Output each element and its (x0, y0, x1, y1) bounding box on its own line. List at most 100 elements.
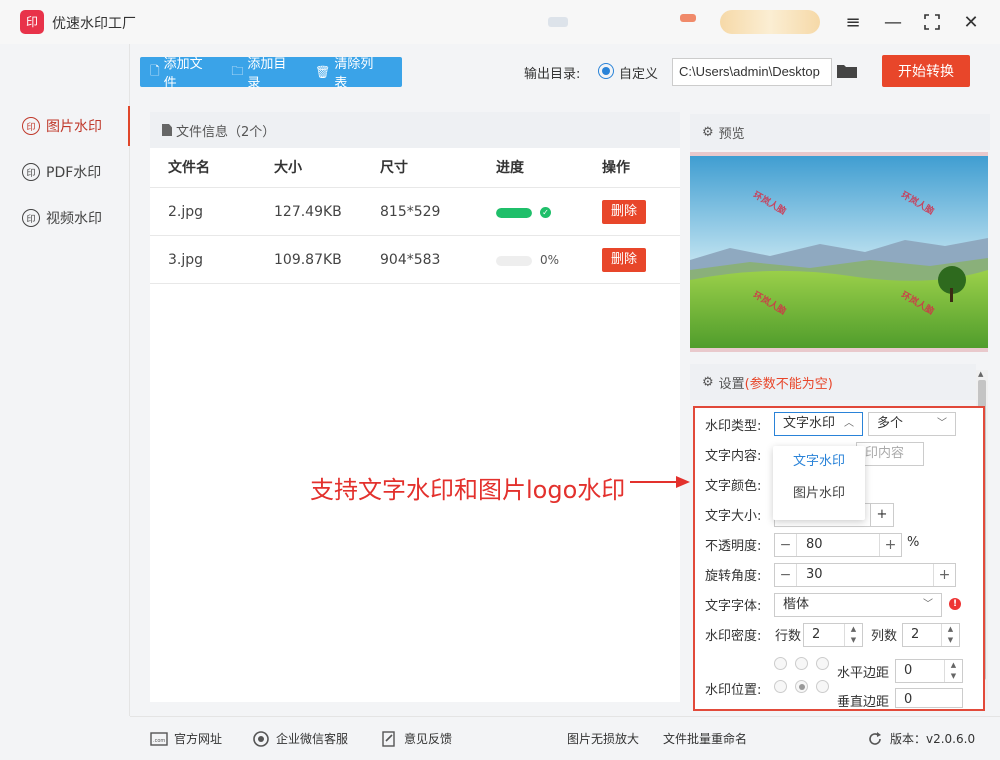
batch-rename-link[interactable]: 文件批量重命名 (663, 730, 747, 747)
chevron-up-icon: ︿ (844, 418, 854, 429)
decrease-button[interactable]: − (775, 534, 797, 556)
add-file-label: 添加文件 (163, 57, 203, 91)
position-radio-selected[interactable] (795, 680, 808, 693)
watermark-mode-value: 多个 (877, 416, 904, 431)
position-radio[interactable] (816, 657, 829, 670)
app-logo: 印 (20, 10, 44, 34)
rotation-label: 旋转角度: (705, 569, 762, 584)
rows-value: 2 (812, 627, 821, 642)
file-dimensions: 904*583 (380, 252, 441, 268)
opacity-label: 不透明度: (705, 539, 762, 554)
table-row[interactable]: 3.jpg 109.87KB 904*583 0% 删除 (150, 236, 680, 284)
close-icon[interactable]: ✕ (957, 8, 985, 36)
watermark-type-value: 文字水印 (783, 416, 836, 431)
chevron-down-icon: ﹀ (937, 418, 947, 429)
custom-dir-radio[interactable] (598, 63, 614, 79)
file-icon: 🗋 (150, 63, 160, 78)
position-radio[interactable] (795, 657, 808, 670)
spin-arrows-icon[interactable]: ▲ ▼ (941, 624, 959, 646)
file-size: 109.87KB (274, 252, 342, 268)
delete-button[interactable]: 删除 (602, 248, 646, 272)
opacity-stepper[interactable]: − 80 + (774, 533, 902, 557)
website-icon: .com (150, 731, 168, 746)
cols-stepper[interactable]: 2 ▲ ▼ (902, 623, 960, 647)
text-content-input[interactable]: 印内容 (856, 442, 924, 466)
custom-dir-label[interactable]: 自定义 (619, 63, 658, 82)
sidebar-item-label: PDF水印 (46, 165, 102, 181)
vertical-margin-stepper[interactable]: 0 (895, 688, 963, 708)
text-size-increase-button[interactable]: + (870, 503, 894, 527)
text-color-label: 文字颜色: (705, 479, 762, 494)
progress-fill (496, 208, 532, 218)
column-header: 操作 (602, 160, 630, 176)
promo-banner[interactable] (720, 10, 820, 34)
position-radio[interactable] (774, 680, 787, 693)
wechat-support-link[interactable]: 企业微信客服 (252, 730, 348, 747)
annotation-arrow-icon (630, 476, 690, 488)
preview-title: 预览 (718, 126, 745, 142)
official-website-label: 官方网址 (174, 732, 223, 746)
dropdown-option-image-watermark[interactable]: 图片水印 (773, 478, 865, 510)
minimize-icon[interactable]: — (879, 8, 907, 36)
table-row[interactable]: 2.jpg 127.49KB 815*529 ✓ 删除 (150, 188, 680, 236)
column-header: 大小 (274, 160, 302, 176)
increase-button[interactable]: + (879, 534, 901, 556)
maximize-icon[interactable] (918, 8, 946, 36)
font-label: 文字字体: (705, 599, 762, 614)
rotation-stepper[interactable]: − 30 + (774, 563, 956, 587)
start-convert-button[interactable]: 开始转换 (882, 55, 970, 87)
font-select[interactable]: 楷体 ﹀ (774, 593, 942, 617)
horizontal-margin-label: 水平边距 (837, 666, 890, 681)
file-info-title: 文件信息（2个） (176, 124, 276, 140)
sidebar-item-video-watermark[interactable]: 印 视频水印 (0, 198, 130, 238)
official-website-link[interactable]: .com 官方网址 (150, 730, 222, 747)
warning-icon: ! (949, 598, 961, 610)
output-path-input[interactable]: C:\Users\admin\Desktop (672, 58, 832, 86)
file-name: 3.jpg (168, 252, 204, 268)
spin-arrows-icon[interactable]: ▲ ▼ (844, 624, 862, 646)
add-directory-button[interactable]: 🗀 添加目录 (231, 53, 299, 91)
increase-button[interactable]: + (933, 564, 955, 586)
svg-text:.com: .com (153, 738, 165, 744)
spin-arrows-icon[interactable]: ▲ ▼ (944, 660, 962, 682)
rows-stepper[interactable]: 2 ▲ ▼ (803, 623, 863, 647)
watermark-type-select[interactable]: 文字水印 ︿ (774, 412, 863, 436)
position-radio[interactable] (774, 657, 787, 670)
decrease-button[interactable]: − (775, 564, 797, 586)
sidebar-item-pdf-watermark[interactable]: 印 PDF水印 (0, 152, 130, 192)
feedback-link[interactable]: 意见反馈 (380, 730, 452, 747)
scroll-up-icon[interactable]: ▲ (978, 370, 983, 378)
clear-list-button[interactable]: 🗑 清除列表 (315, 53, 386, 91)
check-icon: ✓ (540, 207, 551, 218)
watermark-stamp-icon: 印 (22, 117, 40, 135)
watermark-mode-select[interactable]: 多个 ﹀ (868, 412, 956, 436)
annotation-text: 支持文字水印和图片logo水印 (310, 476, 626, 504)
density-label: 水印密度: (705, 629, 762, 644)
watermark-stamp-icon: 印 (22, 209, 40, 227)
chevron-down-icon: ﹀ (923, 599, 933, 610)
clear-list-label: 清除列表 (334, 57, 374, 91)
sidebar-item-image-watermark[interactable]: 印 图片水印 (0, 106, 130, 146)
sidebar-item-label: 图片水印 (46, 119, 102, 135)
delete-button[interactable]: 删除 (602, 200, 646, 224)
folder-icon[interactable] (837, 63, 857, 78)
landscape-image (690, 152, 988, 352)
column-header: 尺寸 (380, 160, 408, 176)
settings-note: (参数不能为空) (744, 376, 833, 392)
lossless-upscale-link[interactable]: 图片无损放大 (567, 730, 639, 747)
dropdown-option-text-watermark[interactable]: 文字水印 (773, 446, 865, 478)
add-file-button[interactable]: 🗋 添加文件 (150, 53, 215, 91)
trash-icon: 🗑 (315, 65, 331, 79)
footer-bar: .com 官方网址 企业微信客服 意见反馈 图片无损放大 文件批量重命名 版本：… (130, 716, 1000, 760)
version-info[interactable]: 版本：v2.0.6.0 (866, 730, 975, 747)
horizontal-margin-stepper[interactable]: 0 ▲ ▼ (895, 659, 963, 683)
folder-outline-icon: 🗀 (231, 63, 244, 78)
menu-icon[interactable]: ≡ (839, 8, 867, 36)
opacity-unit: % (907, 535, 920, 550)
sidebar-item-label: 视频水印 (46, 211, 102, 227)
text-content-label: 文字内容: (705, 449, 762, 464)
progress-bar (496, 256, 532, 266)
position-radio[interactable] (816, 680, 829, 693)
blurred-element (548, 17, 568, 27)
gear-icon: ⚙ (702, 374, 714, 390)
